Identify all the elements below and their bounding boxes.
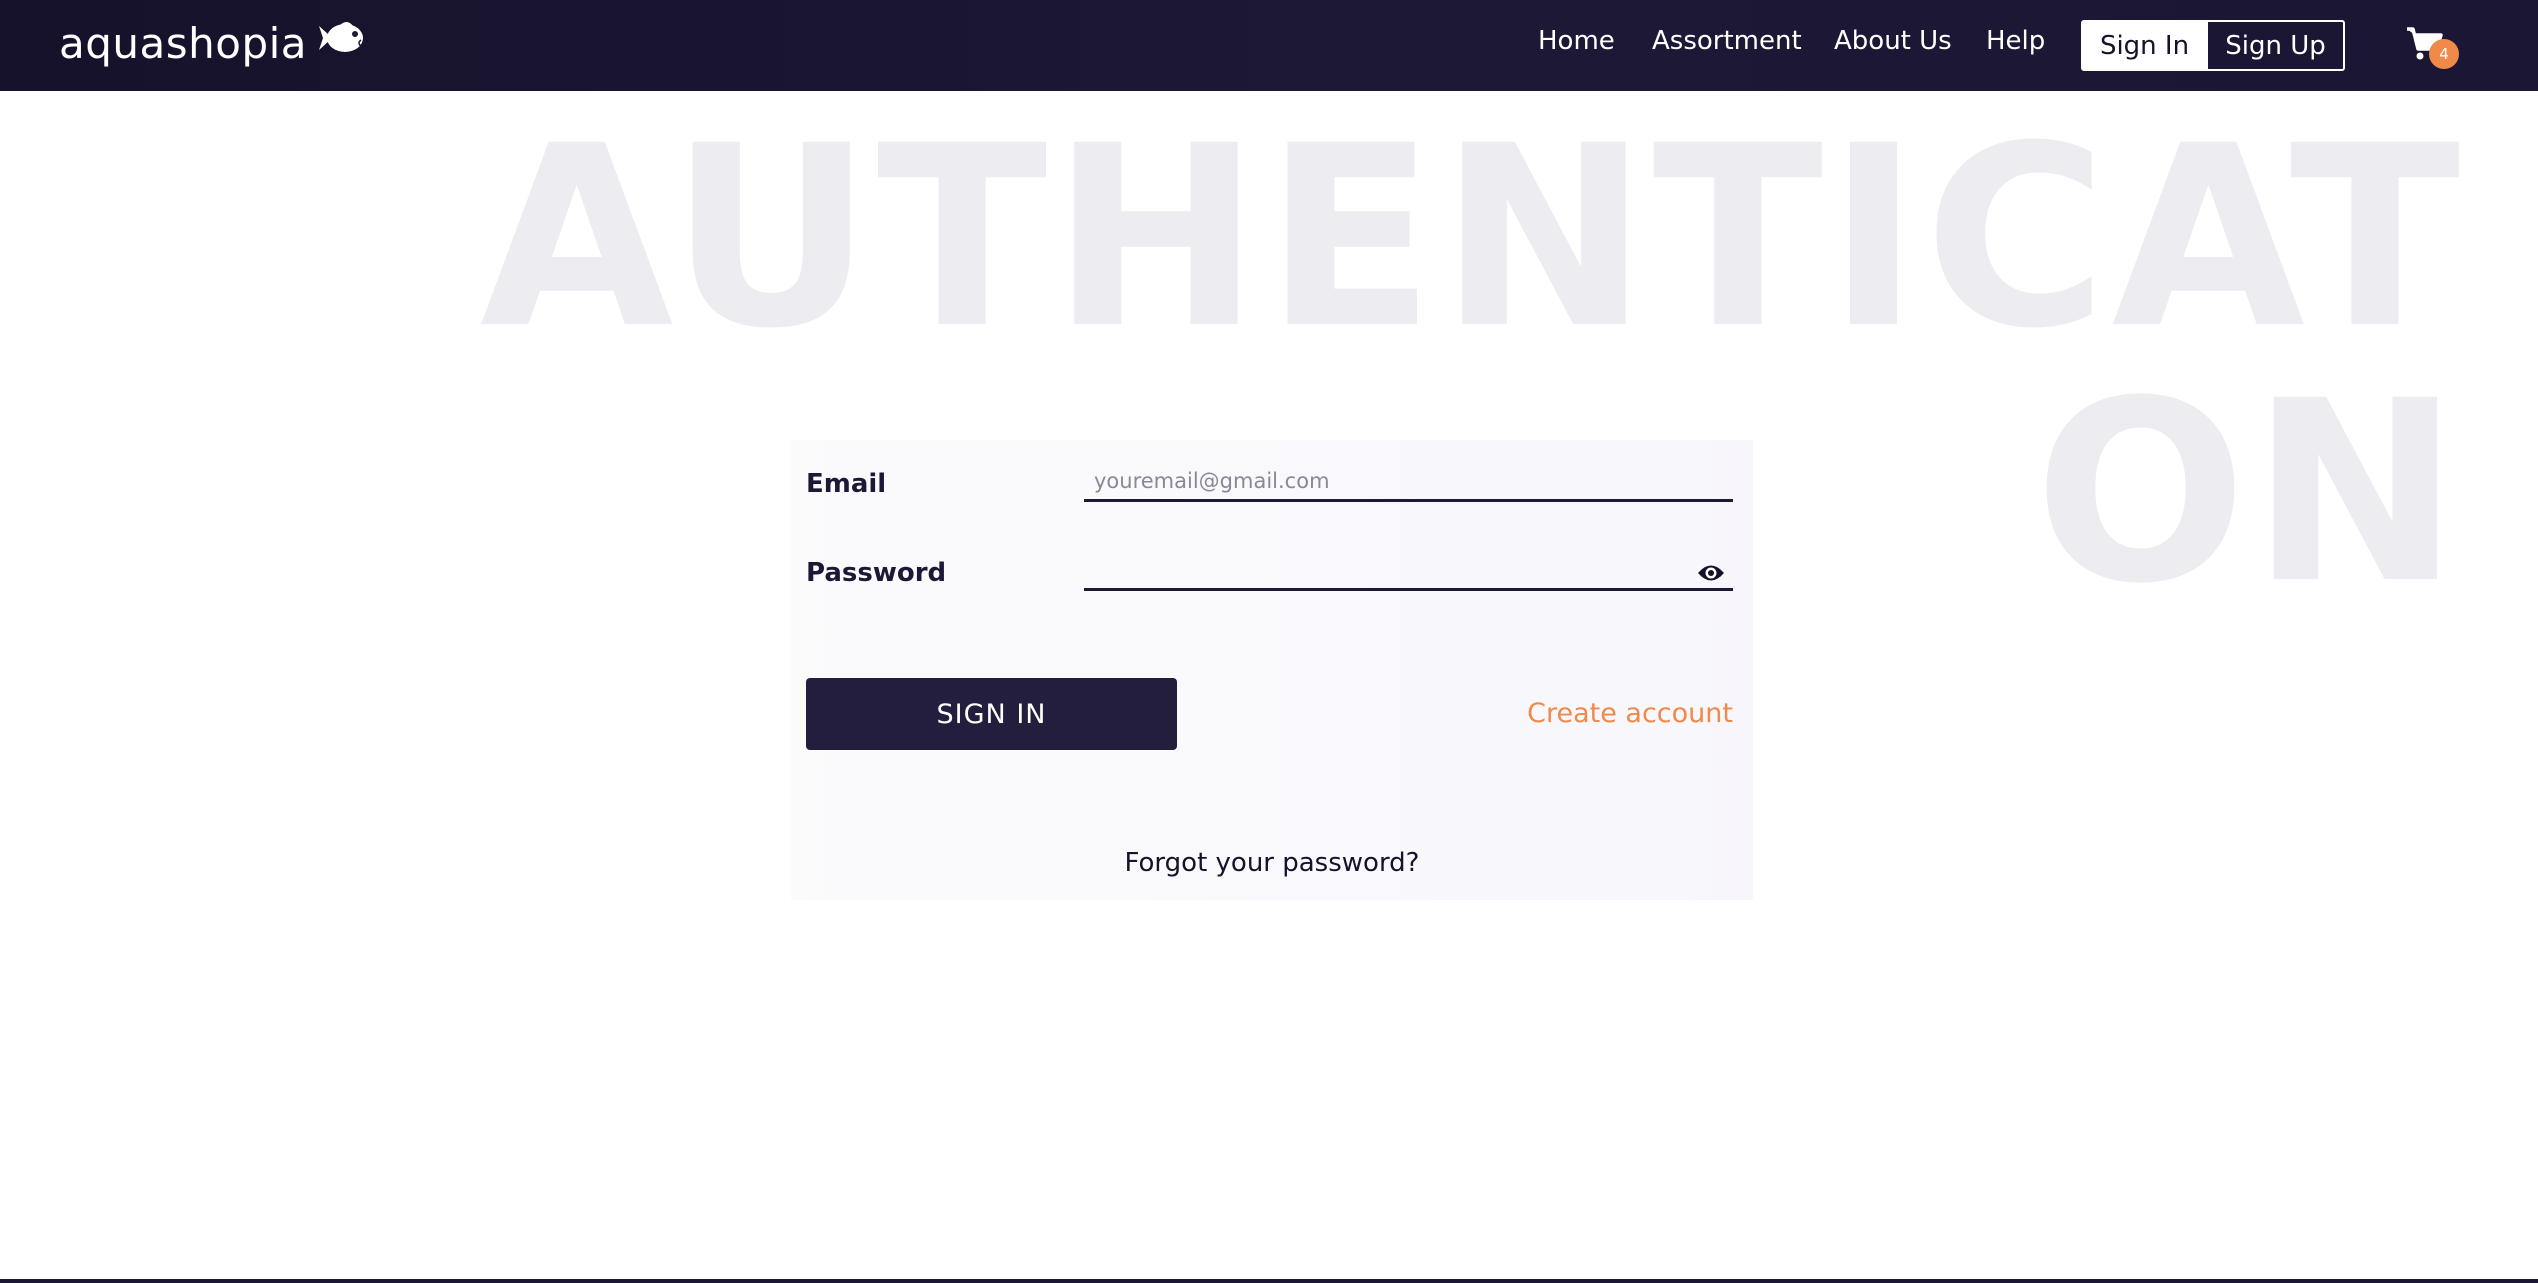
nav-help[interactable]: Help	[1986, 26, 2045, 56]
page-bottom-border	[0, 1279, 2538, 1283]
email-label: Email	[806, 469, 887, 499]
password-label: Password	[806, 558, 947, 588]
cart-count-badge: 4	[2429, 39, 2459, 69]
sign-up-nav-button[interactable]: Sign Up	[2208, 20, 2345, 71]
cart-button[interactable]: 4	[2405, 25, 2461, 73]
sign-in-button[interactable]: SIGN IN	[806, 678, 1177, 750]
watermark-text-line1: AUTHENTICATI	[480, 110, 2464, 365]
logo-text: aquashopia	[59, 18, 308, 68]
sign-in-nav-button[interactable]: Sign In	[2081, 20, 2208, 71]
nav-assortment[interactable]: Assortment	[1652, 26, 1802, 56]
top-navbar: aquashopia Home Assortment About Us Help…	[0, 0, 2538, 91]
forgot-password-link[interactable]: Forgot your password?	[791, 848, 1753, 878]
eye-icon[interactable]	[1697, 562, 1725, 584]
sign-in-form: Email Password SIGN IN Create account Fo…	[791, 440, 1753, 900]
fish-icon	[317, 18, 367, 68]
auth-buttons: Sign In Sign Up	[2081, 20, 2345, 71]
password-field[interactable]	[1084, 551, 1733, 591]
nav-home[interactable]: Home	[1538, 26, 1615, 56]
logo[interactable]: aquashopia	[59, 18, 367, 68]
nav-about-us[interactable]: About Us	[1834, 26, 1952, 56]
create-account-link[interactable]: Create account	[1527, 698, 1733, 729]
email-field[interactable]	[1084, 462, 1733, 502]
